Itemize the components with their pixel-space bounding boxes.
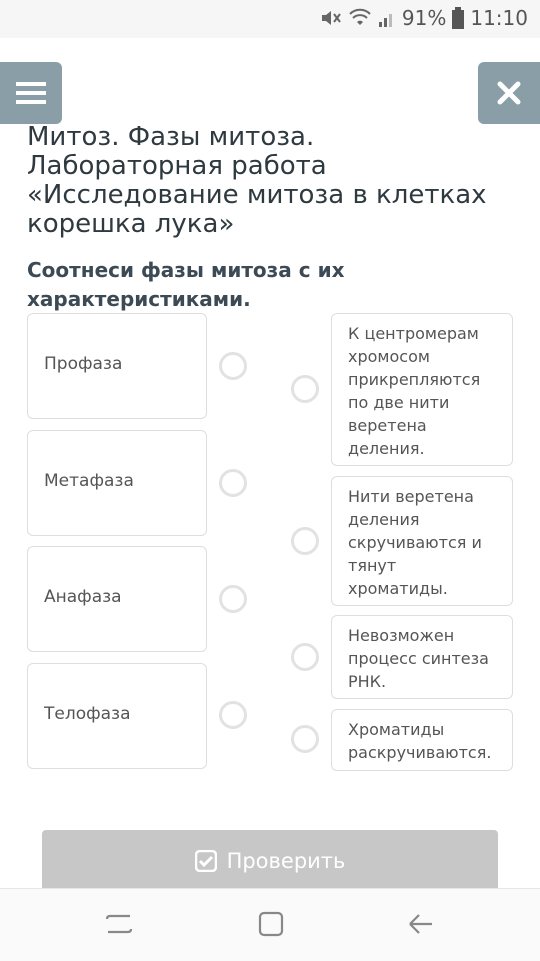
phase-label: Анафаза — [44, 587, 122, 607]
close-button[interactable] — [478, 62, 540, 124]
battery-percent: 91% — [401, 6, 447, 30]
home-icon[interactable] — [256, 909, 286, 939]
characteristic-card-1[interactable]: К центромерам хромосом прикрепляются по … — [331, 313, 513, 466]
lesson-title: Митоз. Фазы митоза. Лабораторная работа … — [27, 122, 487, 239]
battery-icon — [452, 7, 465, 29]
right-match-radio-4[interactable] — [291, 725, 319, 753]
clock: 11:10 — [470, 6, 528, 30]
phase-label: Метафаза — [44, 471, 134, 491]
right-match-radio-1[interactable] — [291, 375, 319, 403]
left-match-radio-4[interactable] — [219, 701, 247, 729]
hamburger-icon — [16, 82, 46, 104]
left-match-radio-3[interactable] — [219, 585, 247, 613]
characteristic-text: Нити веретена деления скручиваются и тян… — [348, 487, 482, 598]
right-match-radio-3[interactable] — [291, 643, 319, 671]
phase-label: Профаза — [44, 354, 123, 374]
recent-apps-icon[interactable] — [104, 909, 134, 939]
phase-card-telophase[interactable]: Телофаза — [27, 663, 207, 769]
checkbox-icon — [194, 850, 217, 872]
question-text: Соотнеси фазы митоза с их характеристика… — [27, 258, 345, 311]
characteristic-text: Хроматиды раскручиваются. — [348, 720, 492, 762]
left-match-radio-1[interactable] — [219, 352, 247, 380]
characteristic-card-3[interactable]: Невозможен процесс синтеза РНК. — [331, 615, 513, 699]
close-icon — [497, 81, 521, 105]
characteristic-card-2[interactable]: Нити веретена деления скручиваются и тян… — [331, 476, 513, 606]
check-button[interactable]: Проверить — [42, 830, 498, 892]
phase-card-metaphase[interactable]: Метафаза — [27, 430, 207, 536]
status-bar: 91% 11:10 — [0, 0, 540, 38]
left-match-radio-2[interactable] — [219, 469, 247, 497]
check-button-label: Проверить — [226, 849, 346, 873]
phase-card-anaphase[interactable]: Анафаза — [27, 546, 207, 652]
characteristic-card-4[interactable]: Хроматиды раскручиваются. — [331, 709, 513, 771]
phase-card-prophase[interactable]: Профаза — [27, 313, 207, 419]
back-icon[interactable] — [406, 909, 436, 939]
navigation-bar — [0, 888, 540, 961]
wifi-icon — [349, 8, 371, 25]
right-match-radio-2[interactable] — [291, 527, 319, 555]
signal-icon — [378, 14, 392, 27]
characteristic-text: Невозможен процесс синтеза РНК. — [348, 626, 489, 691]
phase-label: Телофаза — [44, 704, 131, 724]
mute-icon — [321, 11, 341, 25]
menu-button[interactable] — [0, 62, 62, 124]
characteristic-text: К центромерам хромосом прикрепляются по … — [348, 324, 481, 458]
